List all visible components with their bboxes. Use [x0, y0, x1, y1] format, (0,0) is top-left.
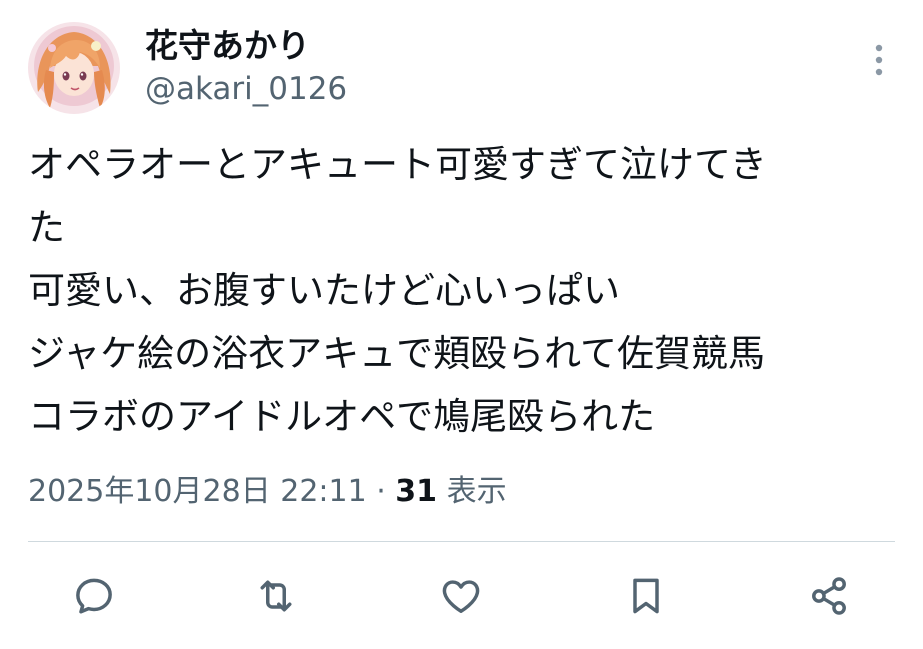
display-name[interactable]: 花守あかり: [145, 24, 310, 68]
heart-icon: [442, 580, 480, 613]
reply-icon: [76, 578, 112, 614]
views-label: 表示: [437, 474, 507, 509]
share-icon: [812, 577, 846, 615]
share-button[interactable]: [805, 572, 853, 620]
retweet-icon: [260, 580, 292, 612]
user-handle[interactable]: @akari_0126: [145, 68, 347, 110]
divider: [28, 541, 895, 542]
tweet-text-line: ジャケ絵の浴衣アキュで頬殴られて佐賀競馬: [28, 332, 766, 375]
tweet-text: オペラオーとアキュート可愛すぎて泣けてき た 可愛い、お腹すいたけど心いっぱい …: [28, 133, 898, 448]
avatar-image: [28, 22, 120, 114]
views-count: 31: [395, 474, 438, 509]
like-button[interactable]: [437, 572, 485, 620]
more-vertical-icon: [875, 44, 883, 76]
bookmark-button[interactable]: [622, 572, 670, 620]
tweet-text-line: 可愛い、お腹すいたけど心いっぱい: [28, 269, 620, 312]
timestamp[interactable]: 2025年10月28日 22:11: [28, 474, 367, 509]
avatar[interactable]: [28, 22, 120, 114]
tweet-text-line: コラボのアイドルオペで鳩尾殴られた: [28, 395, 656, 438]
tweet-card: 花守あかり @akari_0126 オペラオーとアキュート可愛すぎて泣けてき た…: [0, 0, 923, 649]
meta-separator: ·: [366, 474, 396, 509]
more-options-button[interactable]: [862, 40, 896, 80]
tweet-text-line: オペラオーとアキュート可愛すぎて泣けてき: [28, 143, 767, 186]
tweet-meta: 2025年10月28日 22:11 · 31 表示: [28, 470, 507, 514]
reply-button[interactable]: [70, 572, 118, 620]
bookmark-icon: [633, 578, 659, 614]
tweet-text-line: た: [28, 206, 65, 249]
retweet-button[interactable]: [252, 572, 300, 620]
